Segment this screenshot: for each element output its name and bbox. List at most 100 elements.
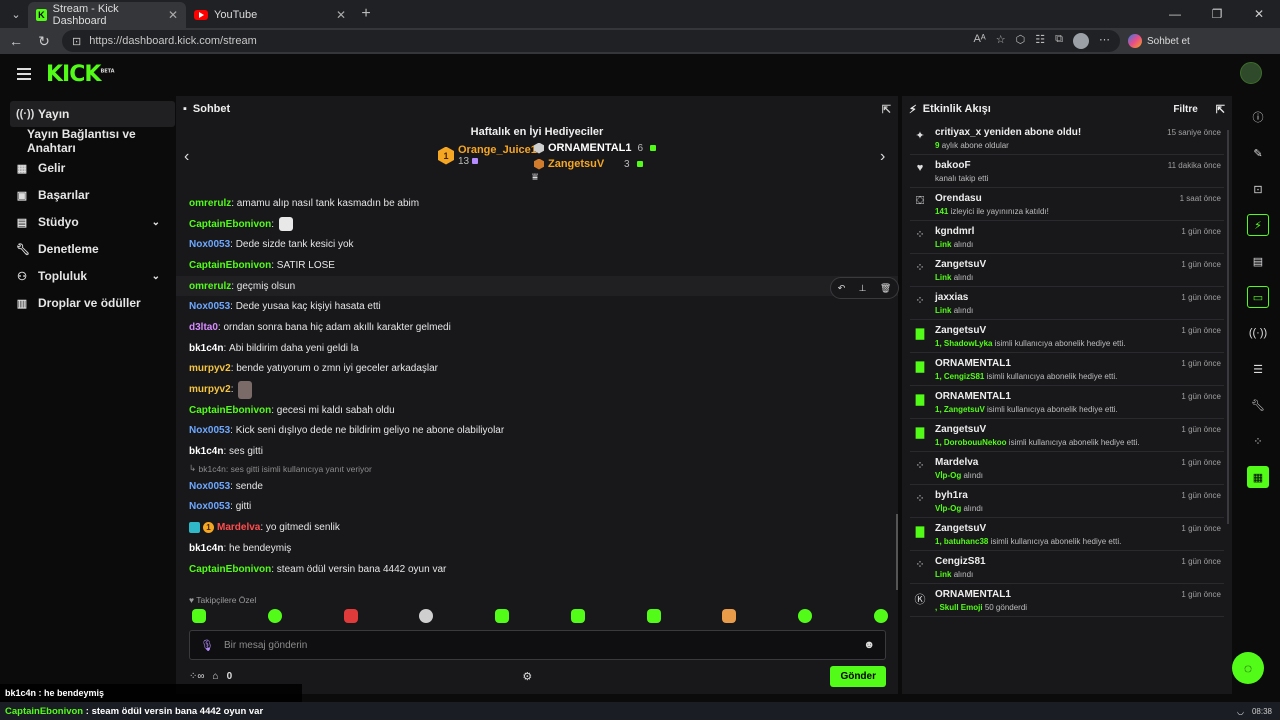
chat-username[interactable]: Nox0053 xyxy=(189,481,230,492)
chat-username[interactable]: murpyv2 xyxy=(189,363,231,374)
chat-username[interactable]: murpyv2 xyxy=(189,384,231,395)
emote-icon[interactable] xyxy=(419,609,434,623)
chat-message[interactable]: murpyv2: xyxy=(176,379,898,400)
emote-icon[interactable] xyxy=(570,609,585,623)
activity-item[interactable]: ⛋ Orendasu 1 saat önce 141 izleyici ile yay… xyxy=(910,188,1224,221)
chat-scrollbar[interactable] xyxy=(896,514,898,590)
sidebar-item-gelir[interactable]: ▦ Gelir xyxy=(0,155,174,181)
reply-icon[interactable]: ↶ xyxy=(838,283,846,294)
chat-username[interactable]: omrerulz xyxy=(189,281,231,292)
emote-icon[interactable] xyxy=(873,609,888,623)
activity-item[interactable]: ▇ ZangetsuV 1 gün önce 1, ShadowLyka isimli… xyxy=(910,320,1224,353)
chat-username[interactable]: CaptainEbonivon xyxy=(189,260,271,271)
emote-icon[interactable] xyxy=(343,609,358,623)
chat-message[interactable]: CaptainEbonivon: gecesi mi kaldı sabah o… xyxy=(176,400,898,421)
chat-username[interactable]: CaptainEbonivon xyxy=(189,405,271,416)
chat-username[interactable]: d3lta0 xyxy=(189,322,218,333)
more-icon[interactable]: ⋯ xyxy=(1099,33,1110,49)
activity-scrollbar[interactable] xyxy=(1227,130,1229,524)
chat-message[interactable]: d3lta0: orndan sonra bana hiç adam akıll… xyxy=(176,317,898,338)
activity-item[interactable]: ▇ ORNAMENTAL1 1 gün önce 1, CengizS81 isiml… xyxy=(910,353,1224,386)
url-field[interactable]: ⊡ https://dashboard.kick.com/stream Aᴬ ☆… xyxy=(62,30,1120,52)
sliders-icon[interactable]: ☰ xyxy=(1247,358,1269,380)
emote-icon[interactable] xyxy=(646,609,661,623)
sidebar-item-topluluk[interactable]: ⚇ Topluluk ⌄ xyxy=(0,263,174,289)
back-icon[interactable]: ← xyxy=(6,33,26,49)
chat-message[interactable]: CaptainEbonivon: xyxy=(176,214,898,235)
emote-icon[interactable] xyxy=(192,609,206,623)
activity-item[interactable]: ▇ ZangetsuV 1 gün önce 1, batuhanc38 isimli… xyxy=(910,518,1224,551)
chat-username[interactable]: bk1c4n xyxy=(189,543,223,554)
new-tab-button[interactable]: + xyxy=(354,5,378,23)
collections-icon[interactable]: ⧉ xyxy=(1055,33,1063,49)
popout-icon[interactable]: ⇱ xyxy=(1216,103,1225,116)
chat-username[interactable]: Nox0053 xyxy=(189,425,230,436)
favorite-star-icon[interactable]: ☆ xyxy=(996,33,1006,49)
clapper-icon[interactable]: ▦ xyxy=(1247,466,1269,488)
chat-username[interactable]: CaptainEbonivon xyxy=(189,219,271,230)
chat-username[interactable]: bk1c4n xyxy=(189,343,223,354)
chat-username[interactable]: bk1c4n xyxy=(189,446,223,457)
chat-message[interactable]: murpyv2: bende yatıyorum o zmn iyi gecel… xyxy=(176,359,898,380)
emote-icon[interactable] xyxy=(267,609,282,623)
emote-icon[interactable] xyxy=(495,609,510,623)
restore-icon[interactable]: ❐ xyxy=(1196,7,1238,21)
clip-icon[interactable]: ⊡ xyxy=(1247,178,1269,200)
gifter-second[interactable]: ORNAMENTAL1 6 xyxy=(534,140,657,156)
activity-item[interactable]: ✦ critiyax_x yeniden abone oldu! 15 saniye… xyxy=(910,122,1224,155)
minimize-icon[interactable]: — xyxy=(1154,7,1196,21)
notes-icon[interactable]: ▤ xyxy=(1247,250,1269,272)
chat-toggle-icon[interactable]: ▭ xyxy=(1247,286,1269,308)
chevron-left-icon[interactable]: ‹ xyxy=(184,148,189,166)
emoji-icon[interactable]: ☻ xyxy=(863,639,875,651)
gifter-third[interactable]: ZangetsuV 3 xyxy=(534,156,656,172)
activity-item[interactable]: ▇ ZangetsuV 1 gün önce 1, DorobouuNekoo isi… xyxy=(910,419,1224,452)
extensions-icon[interactable]: ⬡ xyxy=(1016,33,1026,49)
activity-feed-icon[interactable]: ⚡︎ xyxy=(1247,214,1269,236)
chat-input[interactable]: 🎙︎ Bir mesaj gönderin ☻ xyxy=(189,630,886,660)
sidebar-item-denetleme[interactable]: 🔧︎ Denetleme xyxy=(0,236,174,262)
chat-message[interactable]: CaptainEbonivon: SATIR LOSE xyxy=(176,255,898,276)
sidebar-item-basarilar[interactable]: ▣ Başarılar xyxy=(0,182,174,208)
activity-item[interactable]: ⁘ CengizS81 1 gün önce Link alındı xyxy=(910,551,1224,584)
close-tab-icon[interactable]: ✕ xyxy=(168,8,178,22)
activity-item[interactable]: ⁘ ZangetsuV 1 gün önce Link alındı xyxy=(910,254,1224,287)
refresh-icon[interactable]: ↻ xyxy=(34,33,54,50)
close-tab-icon[interactable]: ✕ xyxy=(336,8,346,22)
broadcast-icon[interactable]: ((·)) xyxy=(1247,322,1269,344)
chat-message[interactable]: Nox0053: Dede yusaa kaç kişiyi hasata et… xyxy=(176,296,898,317)
site-info-icon[interactable]: ⊡ xyxy=(72,35,81,48)
send-button[interactable]: Gönder xyxy=(830,665,886,687)
user-avatar[interactable] xyxy=(1240,62,1262,84)
microphone-icon[interactable]: 🎙︎ xyxy=(200,639,214,652)
popout-icon[interactable]: ⇱ xyxy=(882,103,891,116)
chat-message[interactable]: Nox0053: sende xyxy=(176,476,898,497)
chat-settings-icon[interactable]: ⚙ xyxy=(522,670,532,683)
chat-message[interactable]: Nox0053: Kick seni dışlıyo dede ne bildi… xyxy=(176,421,898,442)
reward-icon[interactable]: ⁘ xyxy=(1247,430,1269,452)
tab-list-button[interactable]: ⌄ xyxy=(4,4,28,24)
chat-username[interactable]: Nox0053 xyxy=(189,239,230,250)
chat-message[interactable]: omrerulz: geçmiş olsun xyxy=(176,275,898,297)
activity-item[interactable]: ⁘ kgndmrl 1 gün önce Link alındı xyxy=(910,221,1224,254)
filter-button[interactable]: Filtre xyxy=(1173,104,1197,115)
activity-item[interactable]: ⁘ byh1ra 1 gün önce Vİp-Og alındı xyxy=(910,485,1224,518)
activity-item[interactable]: ♥ bakooF 11 dakika önce kanalı takip etti xyxy=(910,155,1224,188)
activity-item[interactable]: ⁘ jaxxias 1 gün önce Link alındı xyxy=(910,287,1224,320)
emote-icon[interactable] xyxy=(722,609,737,623)
chat-message[interactable]: CaptainEbonivon: steam ödül versin bana … xyxy=(176,559,898,580)
chat-message[interactable]: Nox0053: gitti xyxy=(176,497,898,518)
copilot-button[interactable]: Sohbet et xyxy=(1128,34,1190,48)
tab-youtube[interactable]: YouTube ✕ xyxy=(186,2,354,28)
edit-icon[interactable]: ✎ xyxy=(1247,142,1269,164)
chat-username[interactable]: CaptainEbonivon xyxy=(189,564,271,575)
chat-message[interactable]: omrerulz: amamu alıp nasıl tank kasmadın… xyxy=(176,193,898,214)
profile-avatar[interactable] xyxy=(1073,33,1089,49)
tab-kick-dashboard[interactable]: K Stream - Kick Dashboard ✕ xyxy=(28,2,186,28)
emote-icon[interactable] xyxy=(798,609,813,623)
chat-message[interactable]: Nox0053: Dede sizde tank kesici yok xyxy=(176,234,898,255)
filter-icon[interactable]: ⩸ xyxy=(532,172,538,183)
info-icon[interactable]: ⓘ xyxy=(1247,106,1269,128)
sidebar-item-stream-key[interactable]: Yayın Bağlantısı ve Anahtarı xyxy=(0,127,174,155)
chevron-right-icon[interactable]: › xyxy=(880,148,885,166)
